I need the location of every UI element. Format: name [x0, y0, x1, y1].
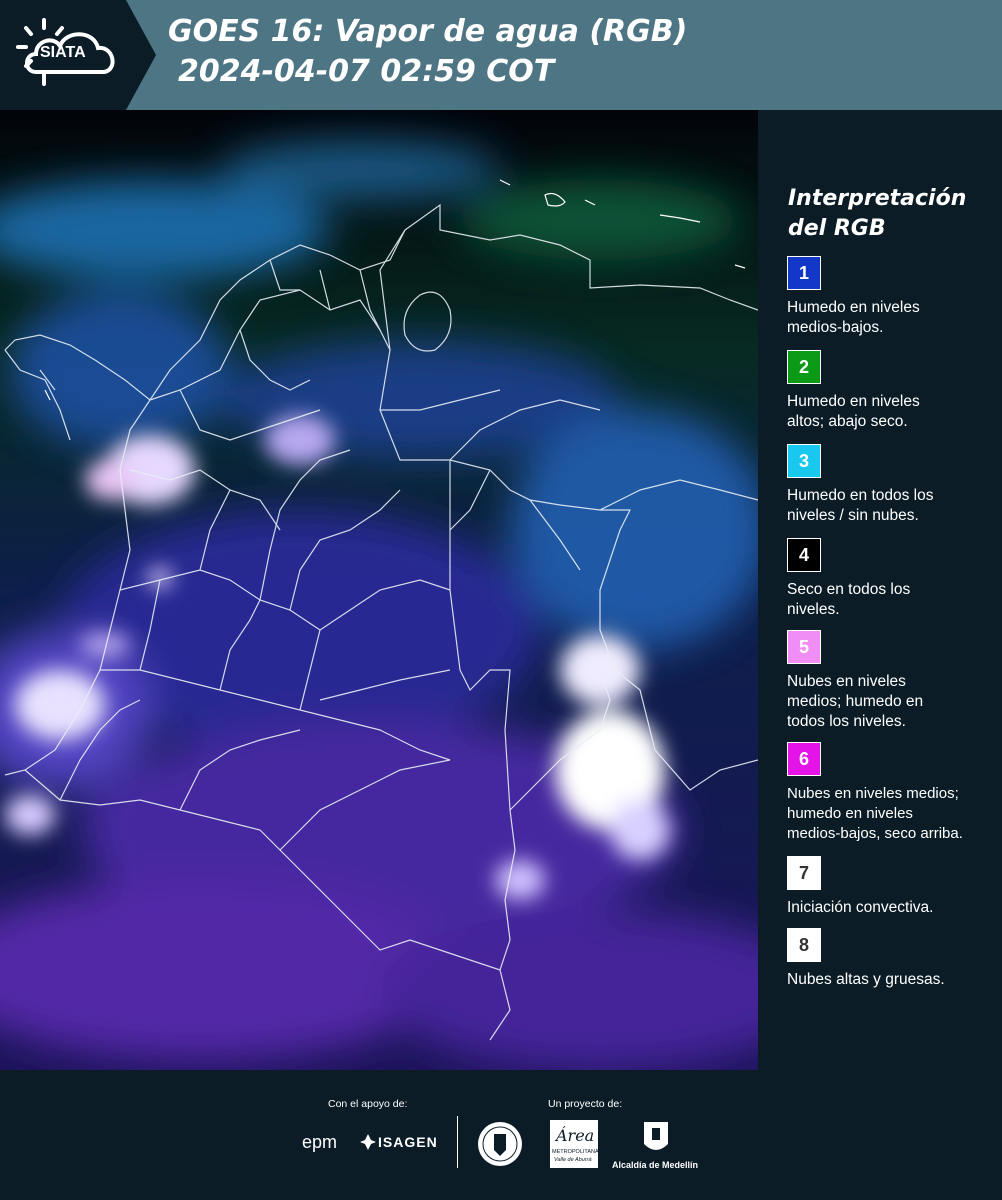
logo-text: SIATA [40, 44, 86, 61]
legend-item-2: 2 Humedo en niveles altos; abajo seco. [787, 350, 997, 432]
legend-text-8: Nubes altas y gruesas. [787, 971, 945, 988]
epm-logo: epm [302, 1132, 338, 1152]
legend-swatch-5: 5 [787, 630, 821, 664]
isagen-icon [360, 1134, 376, 1150]
legend-swatch-7: 7 [787, 856, 821, 890]
medellin-label: Alcaldía de Medellín [612, 1160, 699, 1170]
legend-text-3: Humedo en todos los niveles / sin nubes. [787, 487, 934, 524]
legend-text-5: Nubes en niveles medios; humedo en todos… [787, 673, 924, 730]
university-seal-icon [478, 1122, 522, 1166]
support-label: Con el apoyo de: [328, 1098, 408, 1110]
legend-number-2: 2 [798, 356, 809, 377]
legend-swatch-1: 1 [787, 256, 821, 290]
area-logo-text: Área [556, 1126, 595, 1145]
legend-text-6: Nubes en niveles medios; humedo en nivel… [787, 785, 963, 842]
legend-swatch-8: 8 [787, 928, 821, 962]
legend-number-1: 1 [798, 262, 809, 283]
legend-number-5: 5 [798, 636, 809, 657]
legend-swatch-3: 3 [787, 444, 821, 478]
area-logo-subtext2: Valle de Aburrá [554, 1157, 592, 1163]
legend-swatch-6: 6 [787, 742, 821, 776]
isagen-logo: ISAGEN [378, 1134, 438, 1150]
legend-number-3: 3 [798, 450, 809, 471]
satellite-map-graphic [0, 110, 758, 1070]
legend-number-7: 7 [798, 862, 809, 883]
legend-number-6: 6 [798, 748, 809, 769]
satellite-map [0, 110, 758, 1070]
legend-swatch-4: 4 [787, 538, 821, 572]
legend-text-2: Humedo en niveles altos; abajo seco. [787, 393, 920, 430]
project-label: Un proyecto de: [548, 1098, 623, 1110]
legend-text-7: Iniciación convectiva. [787, 899, 934, 916]
legend-item-7: 7 Iniciación convectiva. [787, 856, 997, 918]
area-logo-subtext: METROPOLITANA [552, 1149, 599, 1155]
legend-text-1: Humedo en niveles medios-bajos. [787, 299, 920, 336]
medellin-shield-icon [644, 1122, 668, 1150]
header-bar: SIATA GOES 16: Vapor de agua (RGB) 2024-… [0, 0, 1002, 110]
area-metropolitana-logo: Área METROPOLITANA Valle de Aburrá [550, 1120, 599, 1168]
legend-number-4: 4 [798, 544, 809, 565]
legend-text-4: Seco en todos los niveles. [787, 581, 911, 618]
legend-item-8: 8 Nubes altas y gruesas. [787, 928, 997, 990]
legend-number-8: 8 [798, 934, 809, 955]
footer-divider [457, 1116, 458, 1168]
page-timestamp: 2024-04-07 02:59 COT [178, 54, 555, 89]
legend-panel: Interpretación del RGB 1 Humedo en nivel… [760, 110, 1002, 1070]
legend-item-1: 1 Humedo en niveles medios-bajos. [787, 256, 997, 338]
legend-title: Interpretación del RGB [788, 186, 967, 241]
legend-swatch-2: 2 [787, 350, 821, 384]
legend-item-3: 3 Humedo en todos los niveles / sin nube… [787, 444, 997, 526]
legend-item-5: 5 Nubes en niveles medios; humedo en tod… [787, 630, 997, 732]
page-title: GOES 16: Vapor de agua (RGB) [168, 14, 688, 49]
legend-item-4: 4 Seco en todos los niveles. [787, 538, 997, 620]
footer: Con el apoyo de: Un proyecto de: epm ISA… [0, 1070, 1002, 1200]
legend-item-6: 6 Nubes en niveles medios; humedo en niv… [787, 742, 997, 844]
